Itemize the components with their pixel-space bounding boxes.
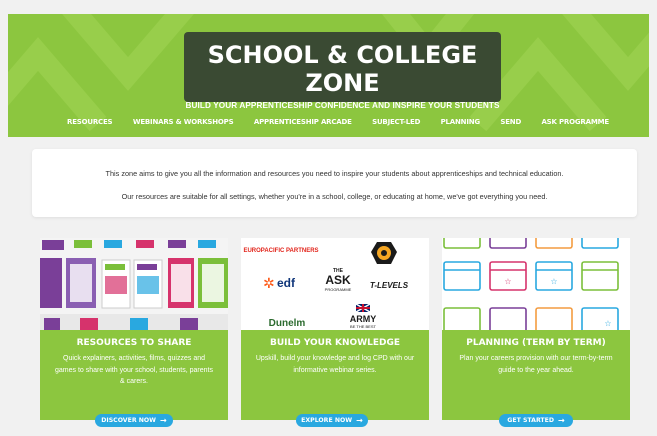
arrow-right-icon: → (160, 415, 167, 425)
card-title: RESOURCES TO SHARE (76, 338, 192, 348)
button-label: EXPLORE NOW (301, 417, 353, 424)
card-title: BUILD YOUR KNOWLEDGE (269, 338, 401, 348)
logo-tlevels: T-LEVELS (370, 281, 409, 290)
button-label: DISCOVER NOW (101, 417, 157, 424)
card-planning[interactable]: ☆ ☆ ☆ PLANNING (TERM BY TERM) Plan your … (442, 238, 630, 420)
page-title: SCHOOL & COLLEGE ZONE (207, 41, 478, 97)
logo-ask-sub: PROGRAMME (325, 287, 352, 292)
logo-edf-spark: ✲ (263, 275, 275, 291)
star-icon: ☆ (604, 319, 611, 328)
explore-now-button[interactable]: EXPLORE NOW → (296, 414, 368, 427)
arrow-right-icon: → (558, 415, 565, 425)
nav-item-resources[interactable]: RESOURCES (67, 118, 113, 126)
intro-text-1: This zone aims to give you all the infor… (105, 169, 564, 178)
nav-item-webinars[interactable]: WEBINARS & WORKSHOPS (133, 118, 234, 126)
discover-now-button[interactable]: DISCOVER NOW → (95, 414, 173, 427)
arrow-right-icon: → (356, 415, 363, 425)
partner-logos-image: EUROPACIFIC PARTNERS ✲ edf THE ASK PROGR… (241, 238, 429, 330)
logo-army-sub: BE THE BEST (350, 324, 376, 329)
intro-text-2: Our resources are suitable for all setti… (121, 192, 548, 201)
intro-panel: This zone aims to give you all the infor… (32, 149, 637, 217)
zone-nav: RESOURCES WEBINARS & WORKSHOPS APPRENTIC… (8, 111, 649, 133)
logo-europacific: EUROPACIFIC PARTNERS (243, 248, 318, 254)
logo-army: ARMY (350, 314, 377, 324)
card-resources[interactable]: RESOURCES TO SHARE Quick explainers, act… (40, 238, 228, 420)
star-icon: ☆ (550, 277, 557, 286)
card-knowledge[interactable]: EUROPACIFIC PARTNERS ✲ edf THE ASK PROGR… (241, 238, 429, 420)
logo-ask: ASK (325, 273, 351, 287)
union-flag-icon (355, 303, 371, 313)
nav-item-planning[interactable]: PLANNING (441, 118, 481, 126)
hero-title-box: SCHOOL & COLLEGE ZONE BUILD YOUR APPRENT… (184, 32, 501, 110)
nav-item-subject-led[interactable]: SUBJECT-LED (372, 118, 420, 126)
button-label: GET STARTED (507, 417, 555, 424)
star-icon: ☆ (504, 277, 511, 286)
card-description: Plan your careers provision with our ter… (459, 355, 613, 374)
logo-dunelm: Dunelm (269, 318, 306, 329)
card-description: Upskill, build your knowledge and log CP… (255, 355, 415, 374)
calendar-grid-image: ☆ ☆ ☆ (442, 238, 630, 337)
nav-item-send[interactable]: SEND (500, 118, 521, 126)
card-description: Quick explainers, activities, films, qui… (55, 355, 213, 385)
resources-leaflets-image (40, 238, 228, 330)
logo-edf: edf (277, 276, 296, 290)
nav-item-arcade[interactable]: APPRENTICESHIP ARCADE (254, 118, 352, 126)
nav-item-ask-programme[interactable]: ASK PROGRAMME (541, 118, 609, 126)
card-title: PLANNING (TERM BY TERM) (466, 338, 606, 348)
page-subtitle: BUILD YOUR APPRENTICESHIP CONFIDENCE AND… (185, 101, 500, 110)
get-started-button[interactable]: GET STARTED → (499, 414, 573, 427)
